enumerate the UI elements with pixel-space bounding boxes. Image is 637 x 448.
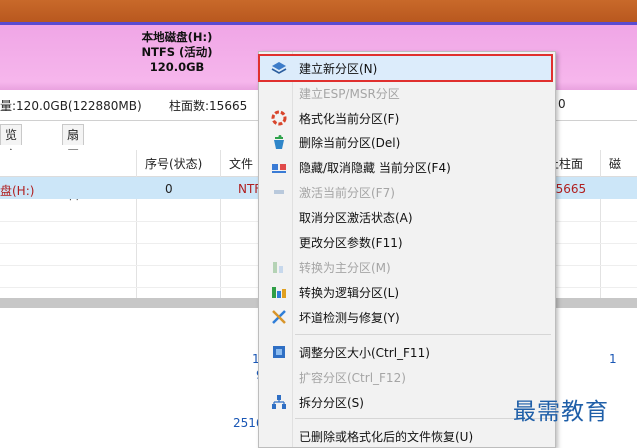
menu-item-label: 取消分区激活状态(A): [299, 211, 413, 225]
menu-separator: [295, 334, 551, 335]
disk-top-stripe: [0, 0, 637, 22]
menu-item-create-esp-msr[interactable]: 建立ESP/MSR分区: [259, 81, 555, 105]
menu-item-convert-logical[interactable]: 转换为逻辑分区(L): [259, 280, 555, 304]
hide-icon: [272, 164, 286, 173]
column-header-index[interactable]: 序号(状态): [145, 155, 202, 172]
menu-item-format-partition[interactable]: 格式化当前分区(F): [259, 106, 555, 130]
menu-item-file-recovery[interactable]: 已删除或格式化后的文件恢复(U): [259, 424, 555, 448]
format-icon: [271, 110, 287, 126]
menu-item-change-parameters[interactable]: 更改分区参数(F11): [259, 230, 555, 254]
menu-item-label: 格式化当前分区(F): [299, 112, 400, 126]
partition-name: 本地磁盘(H:): [141, 30, 213, 44]
menu-item-bad-sector-repair[interactable]: 坏道检测与修复(Y): [259, 305, 555, 329]
menu-item-label: 扩容分区(Ctrl_F12): [299, 371, 406, 385]
partition-filesystem: NTFS (活动): [141, 45, 213, 59]
menu-item-resize-partition[interactable]: 调整分区大小(Ctrl_F11): [259, 340, 555, 364]
watermark-text: 最需教育: [513, 399, 609, 425]
column-divider: [220, 150, 221, 298]
layers-icon: [271, 62, 287, 74]
menu-item-label: 删除当前分区(Del): [299, 136, 401, 150]
convert-logical-icon: [272, 287, 286, 298]
resize-icon: [273, 346, 285, 358]
column-header-filesystem[interactable]: 文件: [229, 155, 253, 172]
menu-item-hide-partition[interactable]: 隐藏/取消隐藏 当前分区(F4): [259, 155, 555, 179]
menu-item-label: 建立ESP/MSR分区: [299, 87, 400, 101]
menu-item-label: 转换为主分区(M): [299, 261, 391, 275]
repair-tools-icon: [272, 310, 286, 324]
column-divider: [136, 150, 137, 298]
column-header-more[interactable]: 磁: [609, 155, 621, 172]
partition-size: 120.0GB: [149, 60, 205, 74]
disk-cylinders: 柱面数:15665: [169, 99, 248, 113]
menu-item-delete-partition[interactable]: 删除当前分区(Del): [259, 130, 555, 154]
menu-item-label: 更改分区参数(F11): [299, 236, 403, 250]
detail-number: 1: [609, 352, 617, 366]
row-partition-name: 盘(H:): [0, 184, 35, 198]
menu-item-extend-partition[interactable]: 扩容分区(Ctrl_F12): [259, 365, 555, 389]
menu-item-label: 激活当前分区(F7): [299, 186, 395, 200]
convert-primary-icon: [273, 262, 283, 273]
menu-item-split-partition[interactable]: 拆分分区(S): [259, 390, 555, 414]
menu-item-label: 建立新分区(N): [299, 62, 378, 76]
menu-item-label: 坏道检测与修复(Y): [299, 311, 400, 325]
tab-sector-edit[interactable]: 扇区编辑: [62, 124, 85, 202]
row-index: 0: [165, 182, 173, 196]
partition-block-label[interactable]: 本地磁盘(H:) NTFS (活动) 120.0GB: [118, 30, 236, 75]
menu-item-deactivate-partition[interactable]: 取消分区激活状态(A): [259, 205, 555, 229]
context-menu: 建立新分区(N) 建立ESP/MSR分区 格式化当前分区(F) 删除当前分区(D…: [258, 51, 556, 448]
menu-item-convert-primary[interactable]: 转换为主分区(M): [259, 255, 555, 279]
menu-item-create-partition[interactable]: 建立新分区(N): [259, 56, 555, 80]
menu-item-label: 隐藏/取消隐藏 当前分区(F4): [299, 161, 451, 175]
trash-icon: [274, 135, 284, 149]
activate-icon: [274, 190, 284, 194]
tab-browse-files[interactable]: 览文件: [0, 124, 23, 182]
menu-item-label: 拆分分区(S): [299, 396, 364, 410]
menu-item-label: 调整分区大小(Ctrl_F11): [299, 346, 430, 360]
disk-capacity: 量:120.0GB(122880MB): [0, 99, 142, 113]
column-divider: [600, 150, 601, 298]
menu-item-label: 已删除或格式化后的文件恢复(U): [299, 430, 474, 444]
split-icon: [272, 395, 286, 409]
disk-info-value: 0: [558, 97, 566, 111]
menu-item-activate-partition[interactable]: 激活当前分区(F7): [259, 180, 555, 204]
menu-item-label: 转换为逻辑分区(L): [299, 286, 400, 300]
